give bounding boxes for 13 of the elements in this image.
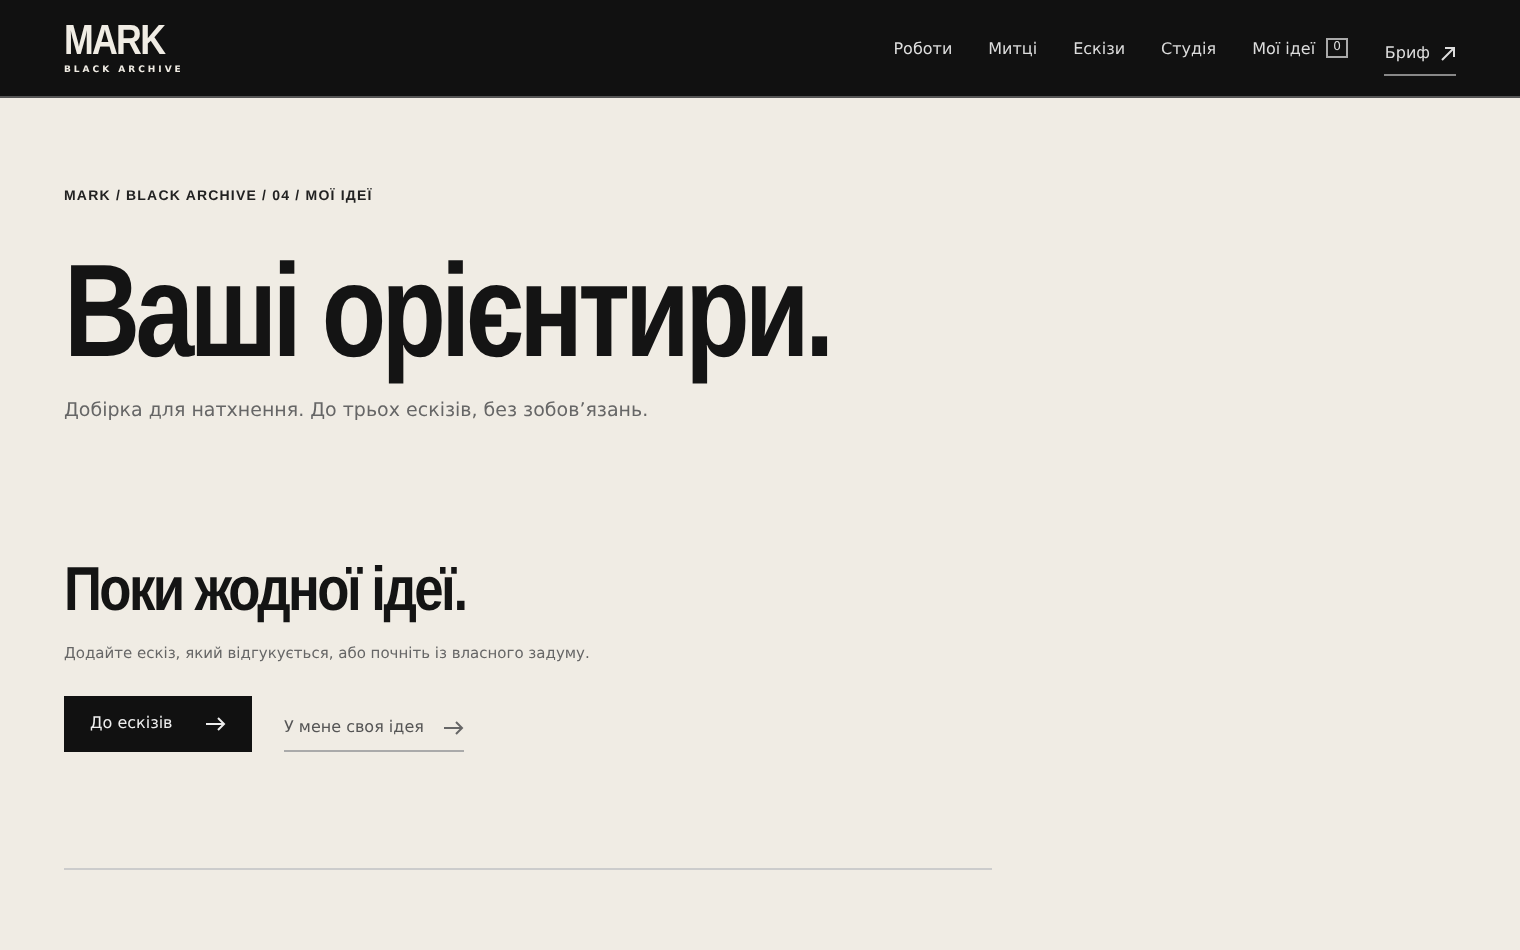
page-subtitle: Добірка для натхнення. До трьох ескізів, без зобов’язань.	[64, 400, 651, 422]
logo[interactable]: MARK	[64, 21, 166, 61]
empty-heading: Поки жодної ідеї.	[64, 554, 468, 626]
own-idea-link[interactable]: У мене своя ідея	[284, 704, 464, 752]
arrow-right-icon	[443, 719, 464, 735]
page-title: Ваші орієнтири.	[64, 234, 832, 388]
nav-link[interactable]: Студія	[1161, 27, 1217, 69]
arrow-right-icon	[206, 715, 226, 731]
external-arrow-icon	[1440, 45, 1456, 61]
sketches-button[interactable]: До ескізів	[64, 695, 252, 751]
nav-link[interactable]: Ескізи	[1073, 27, 1126, 69]
nav-link[interactable]: Роботи	[893, 27, 953, 69]
nav-link[interactable]: Митці	[988, 27, 1038, 69]
